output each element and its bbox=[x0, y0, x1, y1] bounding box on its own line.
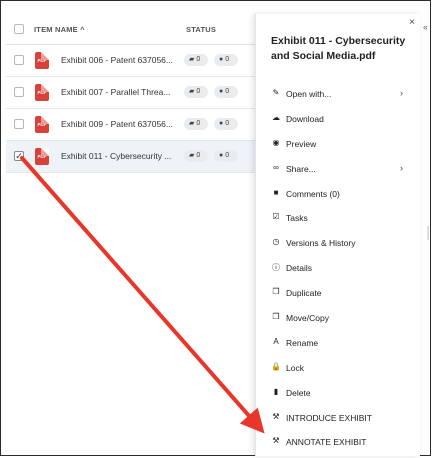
file-actions-panel: × Exhibit 011 - Cybersecurity and Social… bbox=[255, 14, 420, 456]
comment-count-badge: ▰ 0 bbox=[184, 150, 208, 162]
menu-item-lock[interactable]: 🔒 Lock bbox=[256, 356, 420, 381]
menu-item-label: Delete bbox=[286, 387, 311, 398]
menu-item-label: Details bbox=[286, 263, 312, 274]
menu-item-label: Move/Copy bbox=[286, 313, 329, 324]
actions-menu: ✎ Open with... › ☁ Download ◉ Preview ∞ … bbox=[256, 82, 420, 455]
pdf-file-icon: PDF bbox=[35, 84, 49, 101]
menu-item-label: Versions & History bbox=[286, 238, 356, 249]
view-count-badge: ● 0 bbox=[214, 86, 238, 98]
row-checkbox[interactable] bbox=[14, 87, 24, 97]
move-copy-icon: ❐ bbox=[272, 312, 280, 322]
view-count: 0 bbox=[225, 152, 230, 159]
comment-count: 0 bbox=[196, 120, 201, 127]
comment-count: 0 bbox=[196, 56, 201, 63]
cloud-download-icon: ☁ bbox=[272, 112, 280, 122]
status-column-header: STATUS bbox=[186, 25, 217, 34]
item-name-column-header[interactable]: ITEM NAME ^ bbox=[34, 25, 85, 34]
menu-item-delete[interactable]: ▮ Delete bbox=[256, 381, 420, 406]
row-checkbox[interactable] bbox=[14, 55, 24, 65]
panel-title: Exhibit 011 - Cybersecurity and Social M… bbox=[271, 35, 406, 62]
row-checkbox-checked[interactable]: ✓ bbox=[14, 151, 24, 161]
file-row[interactable]: PDF Exhibit 009 - Patent 637056... ▰ 0 ●… bbox=[6, 109, 256, 141]
pdf-file-icon: PDF bbox=[35, 116, 49, 133]
comment-count-badge: ▰ 0 bbox=[184, 118, 208, 130]
chevron-right-icon: › bbox=[400, 88, 403, 98]
view-count: 0 bbox=[225, 88, 230, 95]
comment-count: 0 bbox=[196, 152, 201, 159]
menu-item-label: INTRODUCE EXHIBIT bbox=[286, 412, 372, 423]
gavel-icon: ⚒ bbox=[272, 411, 280, 421]
file-row[interactable]: PDF Exhibit 006 - Patent 637056... ▰ 0 ●… bbox=[6, 45, 256, 77]
file-row-selected[interactable]: ✓ PDF Exhibit 011 - Cybersecurity ... ▰ … bbox=[6, 141, 256, 173]
pencil-icon: ✎ bbox=[272, 88, 280, 97]
menu-item-tasks[interactable]: ☑ Tasks bbox=[256, 206, 420, 231]
list-header: ITEM NAME ^ STATUS bbox=[6, 14, 256, 45]
file-name[interactable]: Exhibit 006 - Patent 637056... bbox=[61, 55, 173, 65]
menu-item-label: ANNOTATE EXHIBIT bbox=[286, 437, 367, 448]
menu-item-download[interactable]: ☁ Download bbox=[256, 107, 420, 132]
menu-item-label: Open with... bbox=[286, 89, 332, 99]
trash-icon: ▮ bbox=[273, 386, 279, 396]
duplicate-icon: ❐ bbox=[272, 287, 280, 297]
view-count: 0 bbox=[225, 56, 230, 63]
file-row[interactable]: PDF Exhibit 007 - Parallel Threa... ▰ 0 … bbox=[6, 77, 256, 109]
menu-item-duplicate[interactable]: ❐ Duplicate bbox=[256, 281, 420, 306]
file-name[interactable]: Exhibit 007 - Parallel Threa... bbox=[61, 87, 170, 97]
history-clock-icon: ◷ bbox=[272, 237, 280, 247]
menu-item-annotate-exhibit[interactable]: ⚒ ANNOTATE EXHIBIT bbox=[256, 430, 420, 455]
eye-icon: ◉ bbox=[272, 137, 280, 147]
view-count-badge: ● 0 bbox=[214, 150, 238, 162]
menu-item-move-copy[interactable]: ❐ Move/Copy bbox=[256, 306, 420, 331]
menu-item-label: Tasks bbox=[286, 213, 308, 224]
scrollbar-handle[interactable] bbox=[427, 226, 429, 240]
menu-item-label: Download bbox=[286, 113, 324, 124]
menu-item-rename[interactable]: A Rename bbox=[256, 331, 420, 356]
collapse-panel-icon[interactable]: « bbox=[423, 22, 428, 32]
row-checkbox[interactable] bbox=[14, 119, 24, 129]
view-count-badge: ● 0 bbox=[214, 118, 238, 130]
menu-item-label: Preview bbox=[286, 138, 317, 149]
comment-icon: ■ bbox=[273, 187, 279, 197]
comment-count-badge: ▰ 0 bbox=[184, 86, 208, 98]
lock-icon: 🔒 bbox=[271, 361, 281, 371]
comment-count-badge: ▰ 0 bbox=[184, 54, 208, 66]
file-name[interactable]: Exhibit 009 - Patent 637056... bbox=[61, 119, 173, 129]
rename-icon: A bbox=[273, 336, 279, 346]
view-count-badge: ● 0 bbox=[214, 54, 238, 66]
file-list: ITEM NAME ^ STATUS PDF Exhibit 006 - Pat… bbox=[6, 14, 256, 173]
menu-item-label: Comments (0) bbox=[286, 188, 340, 199]
pdf-file-icon: PDF bbox=[35, 52, 49, 69]
menu-item-comments[interactable]: ■ Comments (0) bbox=[256, 182, 420, 207]
menu-item-preview[interactable]: ◉ Preview bbox=[256, 132, 420, 157]
menu-item-label: Rename bbox=[286, 337, 319, 348]
menu-item-open-with[interactable]: ✎ Open with... › bbox=[256, 82, 420, 107]
menu-item-label: Share... bbox=[286, 163, 316, 174]
menu-item-share[interactable]: ∞ Share... › bbox=[256, 157, 420, 182]
close-icon[interactable]: × bbox=[409, 17, 415, 28]
menu-item-label: Duplicate bbox=[286, 288, 322, 299]
comment-count: 0 bbox=[196, 88, 201, 95]
menu-item-details[interactable]: ⓘ Details bbox=[256, 256, 420, 281]
chevron-right-icon: › bbox=[400, 162, 403, 173]
info-icon: ⓘ bbox=[272, 263, 280, 273]
share-link-icon: ∞ bbox=[273, 162, 279, 172]
file-name[interactable]: Exhibit 011 - Cybersecurity ... bbox=[61, 151, 171, 161]
select-all-checkbox[interactable] bbox=[14, 24, 24, 34]
menu-item-label: Lock bbox=[286, 362, 304, 373]
view-count: 0 bbox=[225, 120, 230, 127]
menu-item-versions-history[interactable]: ◷ Versions & History bbox=[256, 231, 420, 256]
tasks-icon: ☑ bbox=[272, 212, 280, 222]
menu-item-introduce-exhibit[interactable]: ⚒ INTRODUCE EXHIBIT bbox=[256, 406, 420, 431]
gavel-icon: ⚒ bbox=[272, 436, 280, 446]
pdf-file-icon: PDF bbox=[35, 148, 49, 165]
